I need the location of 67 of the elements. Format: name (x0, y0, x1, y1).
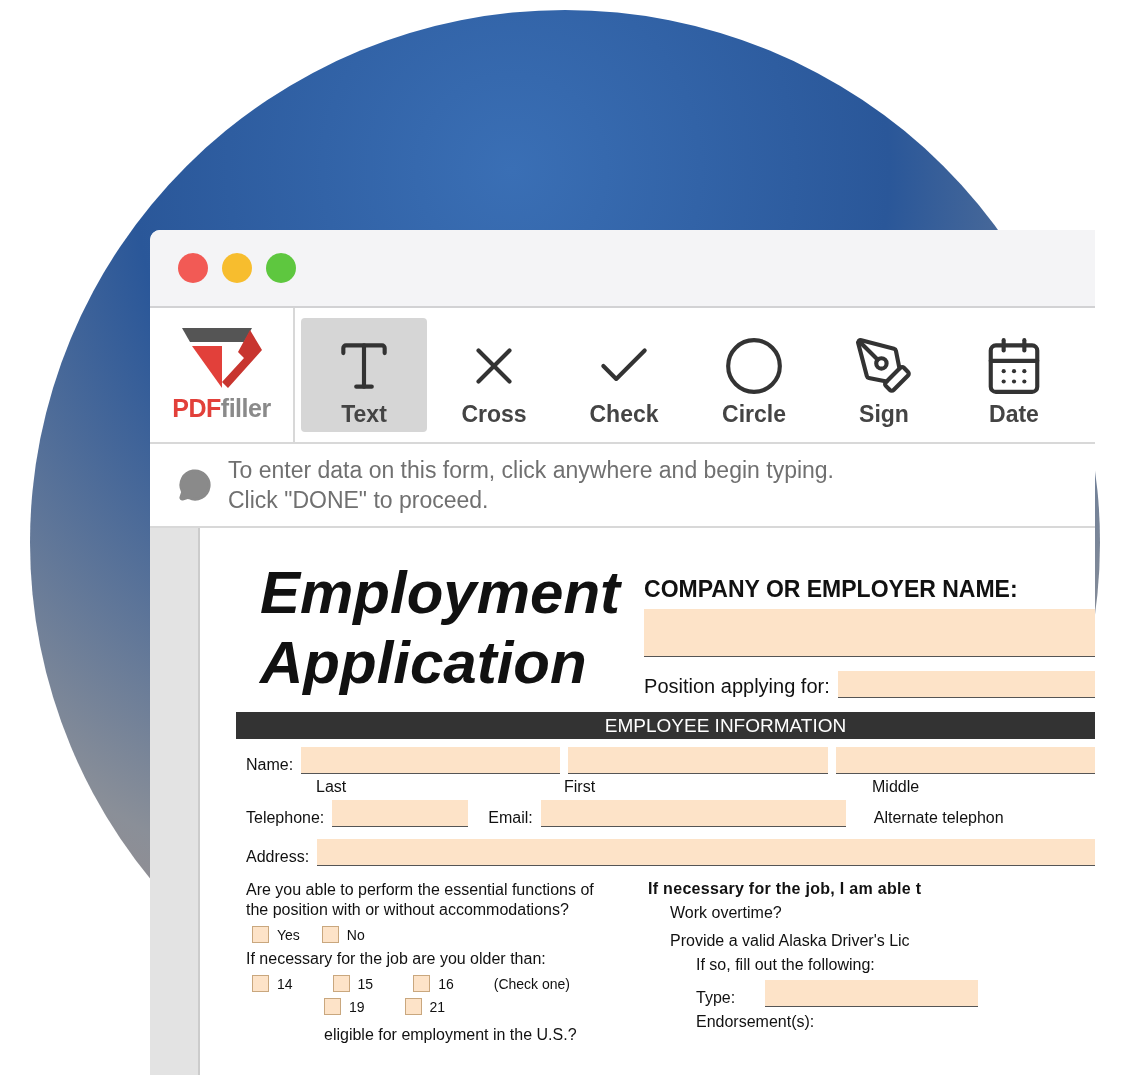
option-label: Yes (277, 926, 300, 943)
telephone-label: Telephone: (246, 809, 325, 827)
name-label: Name: (246, 756, 294, 774)
checkbox[interactable] (252, 926, 269, 943)
tool-button[interactable]: Cross (431, 318, 557, 432)
checkbox[interactable] (321, 926, 339, 943)
tool-button[interactable]: Circle (691, 318, 817, 432)
address-field[interactable] (317, 839, 1095, 866)
telephone-field[interactable] (332, 800, 469, 827)
alternate-telephone-label: Alternate telephon (873, 809, 1004, 827)
field-caption: First (564, 778, 597, 796)
option-label: 19 (349, 998, 365, 1015)
checkbox-option[interactable]: 14 (252, 975, 293, 992)
section-header: EMPLOYEE INFORMATION (236, 712, 1095, 739)
last-name-field[interactable] (301, 747, 561, 774)
question-text: eligible for employment in the U.S.? (323, 1025, 578, 1045)
checkbox-option[interactable]: Yes (252, 926, 300, 943)
question-text: Work overtime? (669, 904, 783, 922)
checkbox-option[interactable]: 16 (413, 975, 454, 992)
brand-name: PDFfiller (172, 393, 271, 423)
form-title: Employment (260, 558, 621, 628)
tool-button[interactable]: Check (561, 318, 687, 432)
checkbox[interactable] (252, 975, 269, 992)
first-name-field[interactable] (568, 747, 828, 774)
check-one-note: (Check one) (493, 975, 570, 992)
position-label: Position applying for: (644, 675, 830, 698)
hint-text: To enter data on this form, click anywhere and begin typing. Click "DONE" to proceed. (228, 456, 834, 515)
checkbox-option[interactable]: 15 (332, 975, 374, 992)
field-caption: Last (316, 778, 348, 796)
company-label: COMPANY OR EMPLOYER NAME: (644, 576, 1019, 603)
tool-button[interactable]: Text (301, 318, 427, 432)
field-caption: Middle (872, 778, 920, 796)
checkbox[interactable] (332, 975, 350, 992)
middle-name-field[interactable] (835, 747, 1095, 774)
logo-icon (181, 327, 262, 388)
option-label: 15 (357, 975, 374, 992)
type-field[interactable] (765, 980, 978, 1007)
tool-button[interactable]: Date (951, 318, 1077, 432)
option-label: 14 (277, 975, 293, 992)
checkbox[interactable] (413, 975, 431, 992)
checkbox[interactable] (324, 998, 341, 1015)
company-field[interactable] (644, 609, 1095, 657)
address-label: Address: (246, 848, 310, 866)
question-text: If so, fill out the following: (695, 956, 876, 974)
position-field[interactable] (837, 671, 1095, 698)
checkbox-option[interactable]: 21 (404, 998, 446, 1015)
minimize-button[interactable] (222, 253, 252, 283)
tool-button[interactable]: Sign (821, 318, 947, 432)
zoom-button[interactable] (266, 253, 296, 283)
speech-bubble-icon (178, 468, 212, 502)
checkbox-option[interactable]: No (321, 926, 365, 943)
option-label: 21 (429, 998, 446, 1015)
circle-icon (723, 335, 785, 397)
checkbox-option[interactable]: 19 (324, 998, 365, 1015)
email-label: Email: (488, 809, 533, 827)
option-label: No (346, 926, 365, 943)
option-label: 16 (438, 975, 454, 992)
type-label: Type: (696, 989, 736, 1007)
section-subheading: If necessary for the job, I am able t (648, 880, 923, 898)
question-text: If necessary for the job are you older than: (246, 949, 547, 969)
close-button[interactable] (178, 253, 208, 283)
checkbox[interactable] (404, 998, 422, 1015)
question-text: Are you able to perform the essential functions of the position with or without accommodations? (246, 880, 595, 920)
form-title: Application (260, 628, 588, 698)
endorsement-label: Endorsement(s): (695, 1013, 816, 1031)
question-text: Provide a valid Alaska Driver's Lic (669, 932, 911, 950)
email-field[interactable] (540, 800, 846, 827)
